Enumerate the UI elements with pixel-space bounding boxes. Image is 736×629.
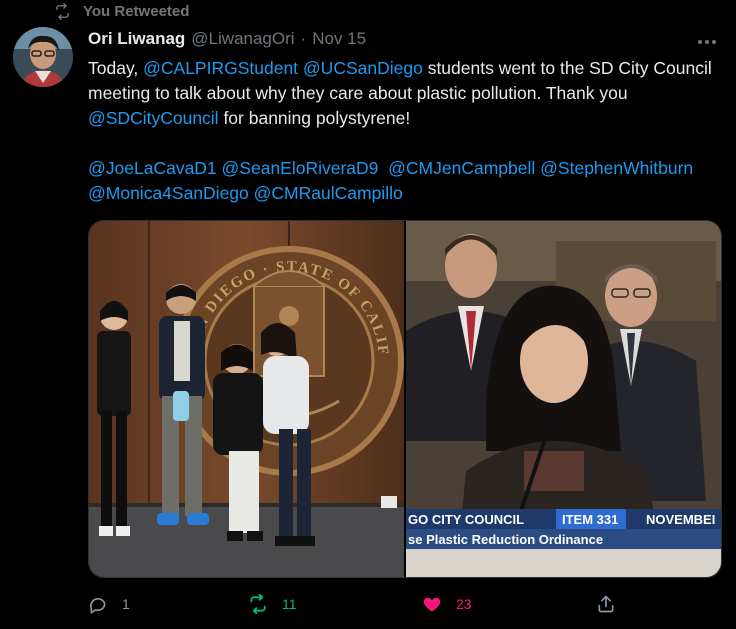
text-segment: Today,	[88, 58, 144, 78]
tweet-date[interactable]: Nov 15	[312, 29, 366, 49]
tweet-header: Ori Liwanag @LiwanagOri · Nov 15	[88, 29, 366, 49]
mention-link[interactable]: @SeanEloRiveraD9	[222, 158, 379, 178]
tweet-text: Today, @CALPIRGStudent @UCSanDiego stude…	[88, 56, 718, 206]
avatar[interactable]	[13, 27, 73, 87]
banner-month: NOVEMBEI	[646, 512, 715, 527]
tweet-paragraph: Today, @CALPIRGStudent @UCSanDiego stude…	[88, 56, 718, 131]
retweet-context: You Retweeted	[54, 3, 189, 20]
tweet[interactable]: You Retweeted Ori Liwanag @LiwanagOri · …	[0, 0, 736, 629]
action-bar: 1 11 23	[88, 592, 623, 616]
council-photo: GO CITY COUNCIL ITEM 331 NOVEMBEI se Pla…	[406, 221, 721, 577]
photo-students-seal[interactable]: SAN DIEGO · STATE OF CALIFORNIA	[89, 221, 404, 577]
display-name[interactable]: Ori Liwanag	[88, 29, 185, 49]
mention-link[interactable]: @SDCityCouncil	[88, 108, 219, 128]
text-segment: for banning polystyrene!	[218, 108, 411, 128]
reply-icon	[90, 598, 106, 614]
mention-link[interactable]: @Monica4SanDiego	[88, 183, 249, 203]
mention-link[interactable]: @StephenWhitburn	[540, 158, 693, 178]
retweet-icon	[250, 594, 266, 614]
heart-icon	[423, 597, 441, 612]
students-photo: SAN DIEGO · STATE OF CALIFORNIA	[89, 221, 404, 577]
like-count: 23	[456, 596, 472, 612]
mention-link[interactable]: @CMRaulCampillo	[254, 183, 403, 203]
more-icon	[698, 40, 716, 44]
tweet-mentions: @JoeLaCavaD1 @SeanEloRiveraD9 @CMJenCamp…	[88, 156, 718, 206]
mention-link[interactable]: @UCSanDiego	[303, 58, 423, 78]
user-handle[interactable]: @LiwanagOri	[191, 29, 294, 49]
banner-item: ITEM 331	[562, 512, 618, 527]
mention-link[interactable]: @JoeLaCavaD1	[88, 158, 217, 178]
media-grid: SAN DIEGO · STATE OF CALIFORNIA	[88, 220, 722, 578]
retweet-button[interactable]: 11	[248, 594, 297, 614]
mention-link[interactable]: @CALPIRGStudent	[143, 58, 298, 78]
photo-council-meeting[interactable]: GO CITY COUNCIL ITEM 331 NOVEMBEI se Pla…	[406, 221, 721, 577]
share-button[interactable]	[596, 594, 616, 614]
retweet-icon	[56, 3, 69, 20]
mention-link[interactable]: @CMJenCampbell	[388, 158, 535, 178]
reply-count: 1	[122, 596, 130, 612]
avatar-photo	[13, 27, 73, 87]
banner-channel: GO CITY COUNCIL	[408, 512, 524, 527]
banner-caption: se Plastic Reduction Ordinance	[408, 532, 603, 547]
lower-third-banner: GO CITY COUNCIL ITEM 331 NOVEMBEI se Pla…	[406, 509, 721, 549]
retweet-count: 11	[282, 596, 297, 612]
like-button[interactable]: 23	[422, 594, 472, 614]
share-icon	[598, 595, 614, 613]
separator-dot: ·	[300, 29, 307, 48]
reply-button[interactable]: 1	[88, 594, 130, 614]
retweet-label: You Retweeted	[83, 3, 190, 20]
more-button[interactable]	[696, 30, 718, 51]
